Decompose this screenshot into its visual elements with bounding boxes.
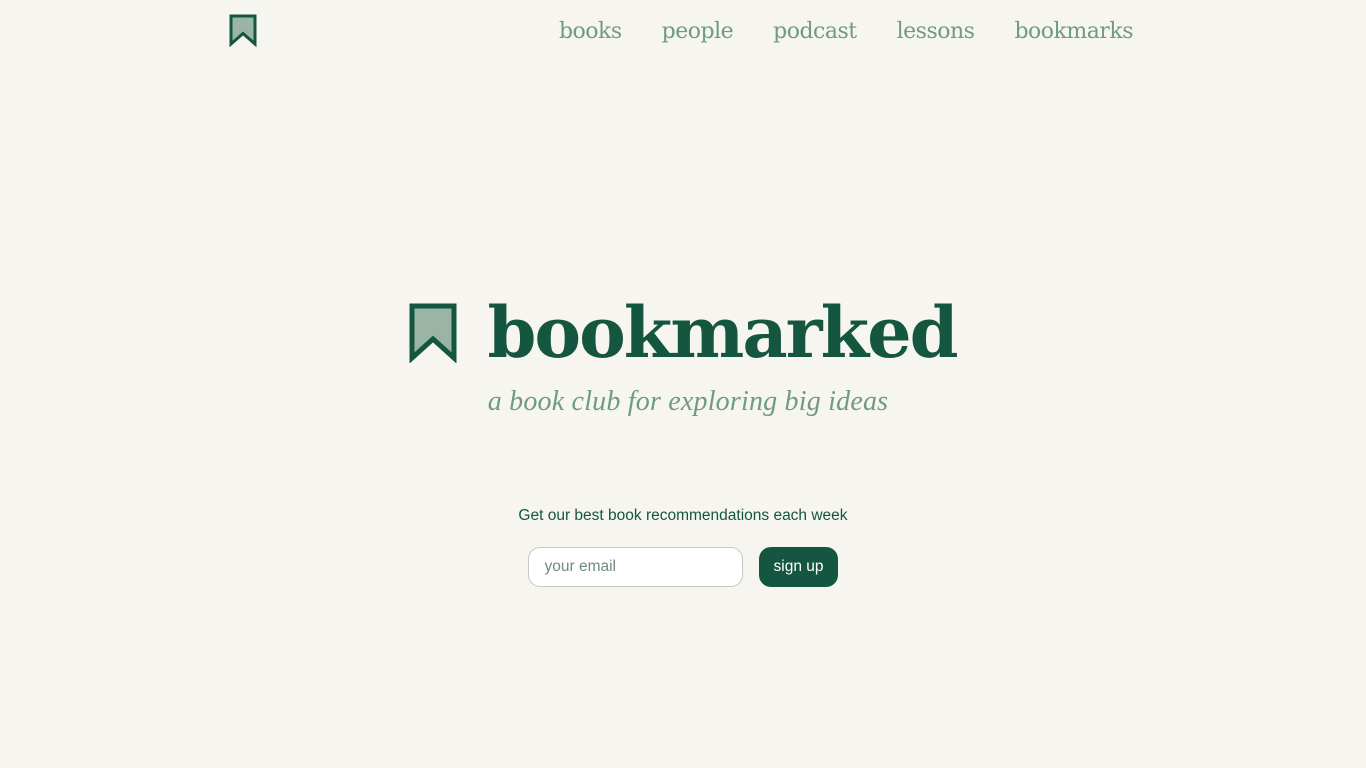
nav-link-podcast[interactable]: podcast xyxy=(773,16,857,48)
signup-form: sign up xyxy=(527,547,839,587)
signup-label: Get our best book recommendations each w… xyxy=(518,507,848,524)
main-nav: books people podcast lessons bookmarks xyxy=(559,16,1134,48)
nav-link-people[interactable]: people xyxy=(662,16,734,48)
nav-link-lessons[interactable]: lessons xyxy=(897,16,975,48)
nav-link-bookmarks[interactable]: bookmarks xyxy=(1014,16,1133,48)
site-title: bookmarked xyxy=(487,291,958,374)
email-input[interactable] xyxy=(527,547,743,587)
bookmark-icon xyxy=(229,14,257,47)
nav-link-books[interactable]: books xyxy=(559,16,622,48)
hero-section: bookmarked a book club for exploring big… xyxy=(0,293,1366,419)
hero-title-row: bookmarked xyxy=(409,291,959,374)
site-tagline: a book club for exploring big ideas xyxy=(487,386,889,417)
sign-up-button[interactable]: sign up xyxy=(758,547,839,587)
newsletter-signup: Get our best book recommendations each w… xyxy=(0,505,1366,587)
bookmark-icon xyxy=(409,303,457,363)
header-logo-link[interactable] xyxy=(229,14,257,47)
